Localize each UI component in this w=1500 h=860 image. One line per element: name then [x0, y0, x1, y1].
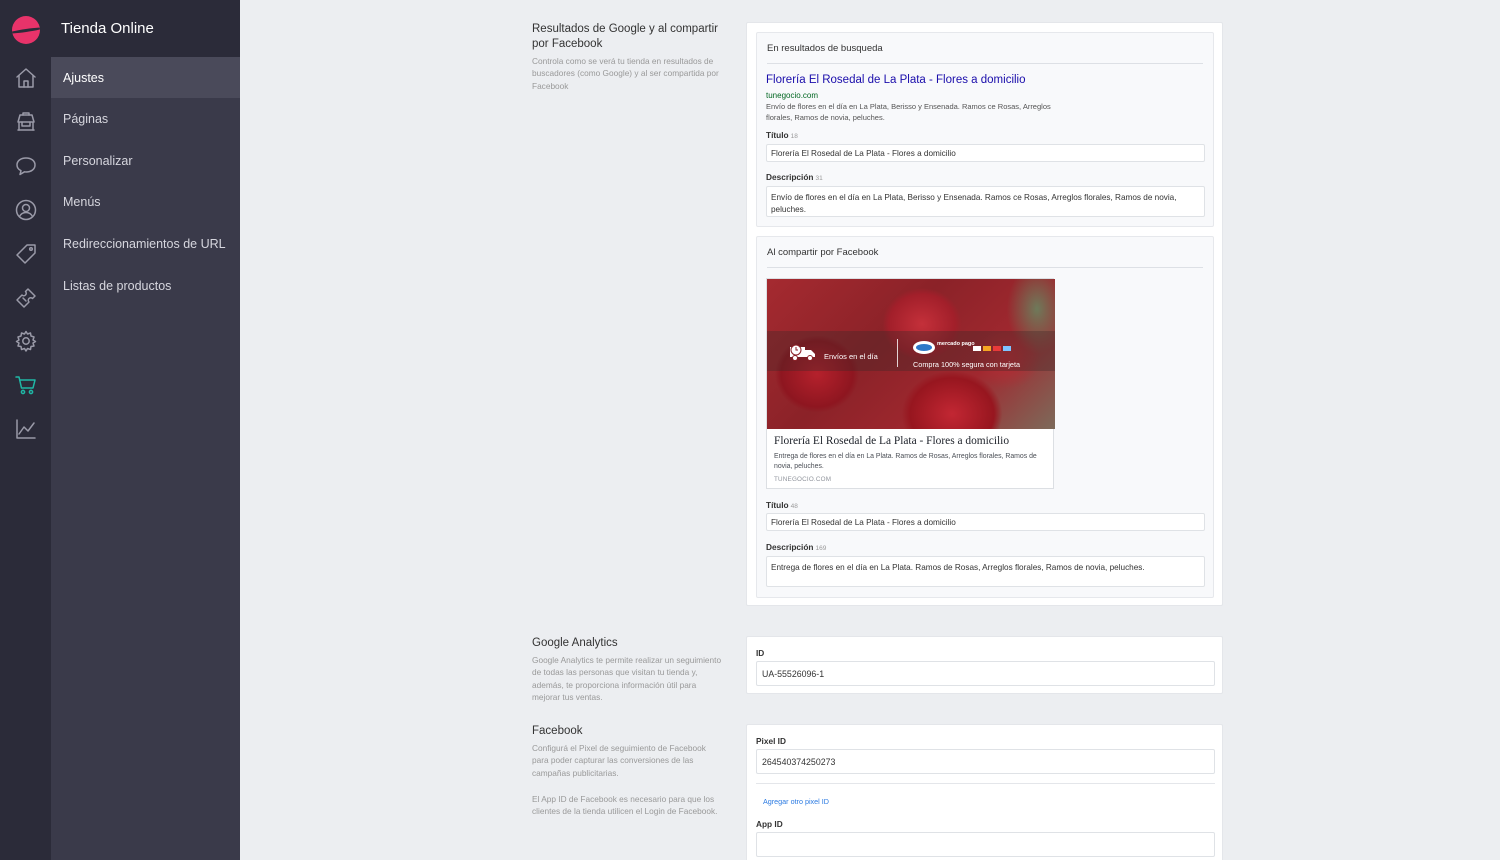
facebook-title-label-text: Título [766, 500, 789, 510]
app-title: Tienda Online [61, 20, 154, 37]
analytics-section-title: Google Analytics [532, 637, 618, 649]
facebook-title-count: 48 [790, 503, 798, 510]
truck-icon [790, 344, 815, 361]
app-header: Tienda Online [51, 0, 240, 57]
facebook-section-description: Configurá el Pixel de seguimiento de Fac… [532, 743, 706, 778]
chart-icon[interactable] [12, 415, 40, 443]
google-title-count: 18 [790, 133, 798, 140]
divider [756, 783, 1215, 784]
google-description-label: Descripción 31 [766, 172, 823, 182]
google-preview-title: Florería El Rosedal de La Plata - Flores… [766, 74, 1026, 86]
gear-icon[interactable] [12, 327, 40, 355]
google-description-textarea[interactable]: Envío de flores en el día en La Plata, B… [766, 186, 1205, 217]
ticket-icon[interactable] [12, 284, 40, 312]
facebook-section-info: Facebook Configurá el Pixel de seguimien… [532, 724, 724, 817]
app-id-input[interactable] [756, 832, 1215, 857]
logo-icon[interactable] [12, 16, 40, 44]
icon-rail [0, 0, 51, 860]
tag-icon[interactable] [12, 240, 40, 268]
menu-item-menus[interactable]: Menús [51, 181, 240, 223]
google-description-count: 31 [815, 175, 823, 182]
image-divider [897, 339, 898, 367]
menu-item-personalizar[interactable]: Personalizar [51, 140, 240, 182]
facebook-description-label: Descripción 169 [766, 542, 826, 552]
analytics-section-info: Google Analytics Google Analytics te per… [532, 636, 724, 703]
facebook-share-preview: Envíos en el día mercado pago Compra 100… [766, 278, 1055, 489]
analytics-card: ID UA-55526096-1 [746, 636, 1223, 694]
facebook-panel-heading: Al compartir por Facebook [767, 247, 1203, 268]
image-compra-text: Compra 100% segura con tarjeta [913, 360, 1021, 369]
facebook-appid-description: El App ID de Facebook es necesario para … [532, 793, 718, 817]
google-preview-panel: En resultados de busqueda Florería El Ro… [756, 32, 1214, 227]
facebook-description-textarea[interactable]: Entrega de flores en el día en La Plata.… [766, 556, 1205, 587]
mercado-pago-text: mercado pago [937, 341, 975, 347]
seo-section-title: Resultados de Google y al compartir por … [532, 23, 719, 50]
image-envios-text: Envíos en el día [824, 352, 878, 361]
home-icon[interactable] [12, 64, 40, 92]
google-title-input[interactable]: Florería El Rosedal de La Plata - Flores… [766, 144, 1205, 162]
cart-icon[interactable] [12, 371, 40, 399]
main-content: Resultados de Google y al compartir por … [240, 0, 1500, 860]
pixel-id-input[interactable]: 264540374250273 [756, 749, 1215, 774]
google-title-label: Título 18 [766, 130, 798, 140]
seo-section-description: Controla como se verá tu tienda en resul… [532, 56, 719, 91]
app-id-label: App ID [756, 819, 783, 829]
seo-card: En resultados de busqueda Florería El Ro… [746, 22, 1223, 606]
facebook-description-count: 169 [815, 545, 827, 552]
google-description-label-text: Descripción [766, 172, 814, 182]
menu-item-redireccionamientos[interactable]: Redireccionamientos de URL [51, 223, 240, 265]
mercado-pago-logo-icon [913, 341, 935, 354]
analytics-section-description: Google Analytics te permite realizar un … [532, 655, 722, 702]
analytics-id-input[interactable]: UA-55526096-1 [756, 661, 1215, 686]
analytics-id-label: ID [756, 648, 765, 658]
facebook-preview-description: Entrega de flores en el día en La Plata.… [774, 453, 1037, 470]
google-panel-heading: En resultados de busqueda [767, 43, 1203, 64]
pixel-id-label: Pixel ID [756, 736, 786, 746]
menu-item-paginas[interactable]: Páginas [51, 98, 240, 140]
google-title-label-text: Título [766, 130, 789, 140]
facebook-section-title: Facebook [532, 725, 583, 737]
seo-section-info: Resultados de Google y al compartir por … [532, 22, 724, 92]
facebook-title-input[interactable]: Florería El Rosedal de La Plata - Flores… [766, 513, 1205, 531]
chat-icon[interactable] [12, 152, 40, 180]
facebook-title-label: Título 48 [766, 500, 798, 510]
google-preview-url: tunegocio.com [766, 91, 819, 100]
facebook-card: Pixel ID 264540374250273 Agregar otro pi… [746, 724, 1223, 860]
menu-item-listas-productos[interactable]: Listas de productos [51, 265, 240, 307]
facebook-preview-panel: Al compartir por Facebook Envíos en el d… [756, 236, 1214, 598]
add-pixel-link[interactable]: Agregar otro pixel ID [763, 797, 829, 806]
facebook-preview-url: TUNEGOCIO.COM [774, 476, 832, 483]
menu-item-ajustes[interactable]: Ajustes [51, 57, 240, 98]
store-icon[interactable] [12, 108, 40, 136]
user-icon[interactable] [12, 196, 40, 224]
facebook-description-label-text: Descripción [766, 542, 814, 552]
facebook-preview-image: Envíos en el día mercado pago Compra 100… [767, 279, 1055, 429]
facebook-preview-title: Florería El Rosedal de La Plata - Flores… [774, 435, 1010, 447]
settings-menu: Tienda Online Ajustes Páginas Personaliz… [51, 0, 240, 860]
card-brands-icon [973, 346, 1011, 351]
google-preview-description: Envío de flores en el día en La Plata, B… [766, 102, 1051, 122]
